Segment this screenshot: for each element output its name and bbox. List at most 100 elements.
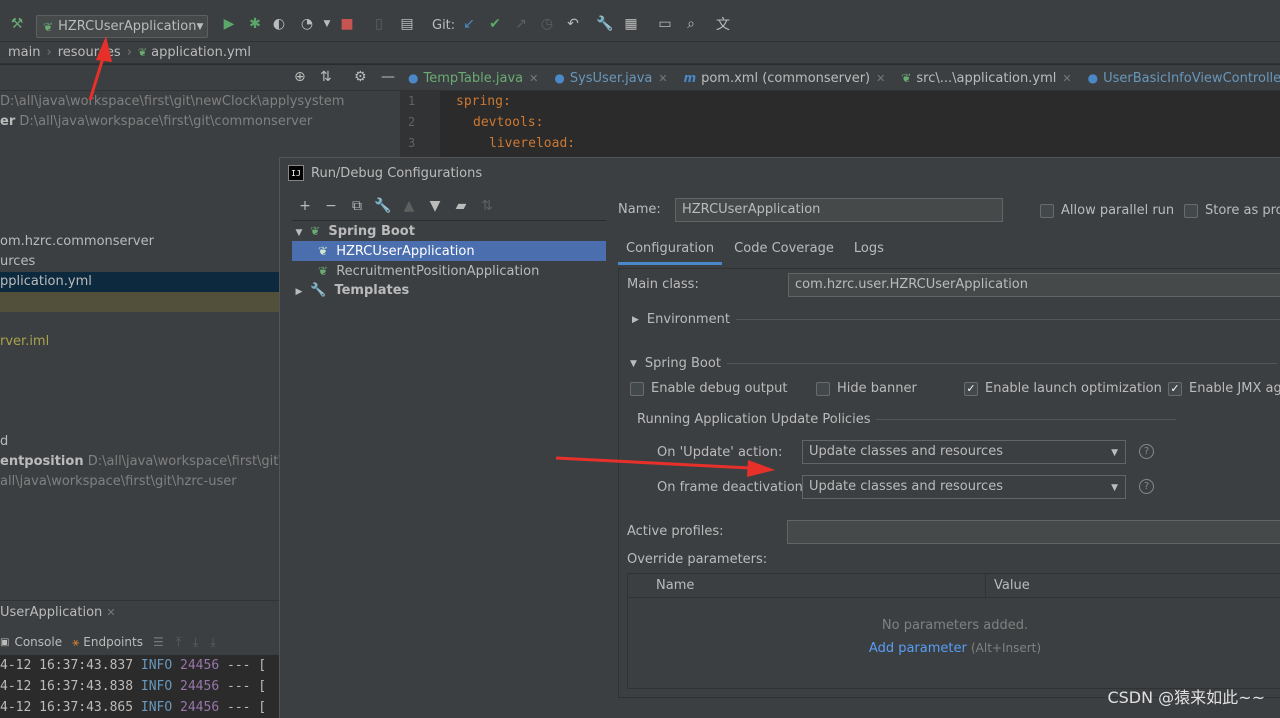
settings-wrench-icon[interactable]: 🔧 bbox=[596, 15, 614, 33]
editor-tabs: ● TempTable.java ✕ ● SysUser.java ✕ m pom.xml… bbox=[400, 65, 1280, 91]
close-icon[interactable]: ✕ bbox=[106, 606, 115, 619]
folder-icon[interactable]: ▰ bbox=[448, 198, 474, 214]
tab-sysuser[interactable]: ● SysUser.java ✕ bbox=[546, 65, 675, 91]
run-icon[interactable]: ▶ bbox=[220, 15, 238, 33]
on-frame-select[interactable]: Update classes and resources ▼ bbox=[802, 475, 1126, 499]
project-structure-folder-icon[interactable]: ▦ bbox=[622, 15, 640, 33]
project-row[interactable]: er D:\all\java\workspace\first\git\commo… bbox=[0, 112, 400, 132]
chevron-down-icon: ▼ bbox=[196, 21, 204, 32]
tree-spring-boot[interactable]: ▼ ❦ Spring Boot bbox=[292, 221, 606, 241]
expand-right-icon[interactable]: ▶ bbox=[292, 282, 306, 302]
close-icon[interactable]: ✕ bbox=[1062, 72, 1071, 85]
profile-icon[interactable]: ◔ bbox=[298, 15, 316, 33]
tree-templates[interactable]: ▶ 🔧 Templates bbox=[292, 281, 606, 301]
override-params-table[interactable]: Name Value No parameters added. Add para… bbox=[627, 573, 1280, 689]
help-icon[interactable]: ? bbox=[1139, 444, 1154, 459]
expand-down-icon[interactable]: ▼ bbox=[292, 223, 306, 243]
gear-icon[interactable]: ⚙ bbox=[354, 69, 367, 85]
class-icon: ● bbox=[554, 71, 565, 85]
sort-icon[interactable]: ⇅ bbox=[474, 198, 500, 214]
download-alt-icon[interactable]: ⤓ bbox=[210, 635, 215, 650]
copy-icon[interactable]: ⧉ bbox=[344, 198, 370, 214]
run-debug-dialog: IJ Run/Debug Configurations + − ⧉ 🔧 ▲ ▼ … bbox=[279, 157, 1280, 718]
tab-temptable[interactable]: ● TempTable.java ✕ bbox=[400, 65, 546, 91]
close-icon[interactable]: ✕ bbox=[529, 72, 538, 85]
run-tab[interactable]: UserApplication ✕ bbox=[0, 605, 116, 620]
name-input[interactable]: HZRCUserApplication bbox=[675, 198, 1003, 222]
git-push-icon[interactable]: ↗ bbox=[512, 15, 530, 33]
add-icon[interactable]: + bbox=[292, 198, 318, 214]
minimize-icon[interactable]: — bbox=[381, 69, 395, 85]
tab-configuration[interactable]: Configuration bbox=[618, 233, 723, 265]
close-icon[interactable]: ✕ bbox=[658, 72, 667, 85]
collapse-icon[interactable]: ⇅ bbox=[320, 69, 332, 85]
console-icon: ▣ bbox=[0, 636, 10, 648]
empty-message: No parameters added. bbox=[881, 618, 1029, 633]
locate-icon[interactable]: ⊕ bbox=[294, 69, 306, 85]
help-icon[interactable]: ? bbox=[1139, 479, 1154, 494]
column-name[interactable]: Name bbox=[648, 574, 986, 598]
environment-section[interactable]: ▶ Environment bbox=[632, 312, 1280, 327]
move-down-icon[interactable]: ▼ bbox=[422, 198, 448, 214]
enable-debug-checkbox[interactable]: Enable debug output bbox=[630, 381, 787, 396]
move-up-icon[interactable]: ▲ bbox=[396, 198, 422, 214]
search-icon[interactable]: ⌕ bbox=[682, 15, 700, 33]
project-row[interactable]: D:\all\java\workspace\first\git\newClock… bbox=[0, 92, 400, 112]
main-class-input[interactable]: com.hzrc.user.HZRCUserApplication bbox=[788, 273, 1280, 297]
remove-icon[interactable]: − bbox=[318, 198, 344, 214]
breadcrumb-file[interactable]: application.yml bbox=[151, 45, 251, 60]
enable-launch-optimization-checkbox[interactable]: ✓ Enable launch optimization bbox=[964, 381, 1162, 396]
add-parameter: Add parameter (Alt+Insert) bbox=[628, 641, 1280, 656]
add-parameter-link[interactable]: Add parameter bbox=[869, 641, 967, 656]
on-update-select[interactable]: Update classes and resources ▼ bbox=[802, 440, 1126, 464]
tab-code-coverage[interactable]: Code Coverage bbox=[726, 233, 842, 265]
dialog-title: Run/Debug Configurations bbox=[311, 165, 483, 181]
active-profiles-input[interactable] bbox=[787, 520, 1280, 544]
frame-icon[interactable]: ▭ bbox=[656, 15, 674, 33]
build-hammer-icon[interactable]: ⚒ bbox=[8, 15, 26, 33]
menu-icon[interactable]: ☰ bbox=[153, 635, 164, 649]
tree-item-recruitment[interactable]: ❦ RecruitmentPositionApplication bbox=[292, 261, 606, 281]
code-editor[interactable]: 1 2 3 spring: devtools: livereload: bbox=[400, 91, 1280, 161]
allow-parallel-checkbox[interactable]: Allow parallel run bbox=[1040, 203, 1174, 218]
tab-application-yml[interactable]: ❦ src\...\application.yml ✕ bbox=[893, 65, 1079, 91]
git-history-icon[interactable]: ◷ bbox=[538, 15, 556, 33]
enable-jmx-checkbox[interactable]: ✓ Enable JMX age bbox=[1168, 381, 1280, 396]
tab-console[interactable]: ▣ Console bbox=[0, 635, 72, 649]
column-value[interactable]: Value bbox=[986, 574, 1030, 598]
profile-dropdown-icon[interactable]: ▼ bbox=[318, 15, 336, 33]
code-line: devtools: bbox=[473, 115, 544, 130]
git-rollback-icon[interactable]: ↶ bbox=[564, 15, 582, 33]
log-line: 4-12 16:37:43.865 INFO 24456 --- [ bbox=[0, 700, 267, 715]
console-output[interactable]: 4-12 16:37:43.837 INFO 24456 --- [ 4-12 … bbox=[0, 655, 280, 718]
breadcrumb-main[interactable]: main bbox=[8, 45, 40, 60]
main-toolbar: ⚒ ❦ HZRCUserApplication ▼ ▶ ✱ ◐ ◔ ▼ ■ ▯ … bbox=[0, 6, 1280, 42]
restore-icon[interactable]: ⤒ bbox=[176, 635, 181, 650]
hide-banner-checkbox[interactable]: Hide banner bbox=[816, 381, 917, 396]
run-config-dropdown[interactable]: ❦ HZRCUserApplication ▼ bbox=[36, 15, 208, 38]
tab-endpoints[interactable]: ⚹ Endpoints bbox=[72, 635, 153, 650]
coverage-icon[interactable]: ◐ bbox=[270, 15, 288, 33]
attach-icon[interactable]: ▯ bbox=[370, 15, 388, 33]
wrench-icon[interactable]: 🔧 bbox=[370, 198, 396, 214]
git-update-icon[interactable]: ↙ bbox=[460, 15, 478, 33]
git-commit-icon[interactable]: ✔ bbox=[486, 15, 504, 33]
store-as-project-checkbox[interactable]: Store as proj bbox=[1184, 203, 1280, 218]
tab-pom[interactable]: m pom.xml (commonserver) ✕ bbox=[676, 65, 894, 91]
on-update-label: On 'Update' action: bbox=[657, 445, 783, 460]
debug-icon[interactable]: ✱ bbox=[246, 15, 264, 33]
project-structure-icon[interactable]: ▤ bbox=[398, 15, 416, 33]
spring-boot-section[interactable]: ▼ Spring Boot bbox=[630, 356, 1277, 371]
yaml-file-icon: ❦ bbox=[137, 46, 148, 59]
download-icon[interactable]: ⤓ bbox=[193, 635, 198, 650]
breadcrumb-resources[interactable]: resources bbox=[58, 45, 121, 60]
tab-userbasicinfo[interactable]: ●UserBasicInfoViewController.java✕ bbox=[1080, 65, 1280, 91]
intellij-icon: IJ bbox=[288, 165, 304, 181]
config-tree: ▼ ❦ Spring Boot ❦ HZRCUserApplication ❦ … bbox=[292, 220, 606, 718]
code-line: livereload: bbox=[489, 136, 576, 151]
tree-item-hzrcuserapplication[interactable]: ❦ HZRCUserApplication bbox=[292, 241, 606, 261]
stop-icon[interactable]: ■ bbox=[338, 15, 356, 33]
close-icon[interactable]: ✕ bbox=[876, 72, 885, 85]
tab-logs[interactable]: Logs bbox=[846, 233, 892, 265]
translate-icon[interactable]: 文 bbox=[714, 15, 732, 33]
